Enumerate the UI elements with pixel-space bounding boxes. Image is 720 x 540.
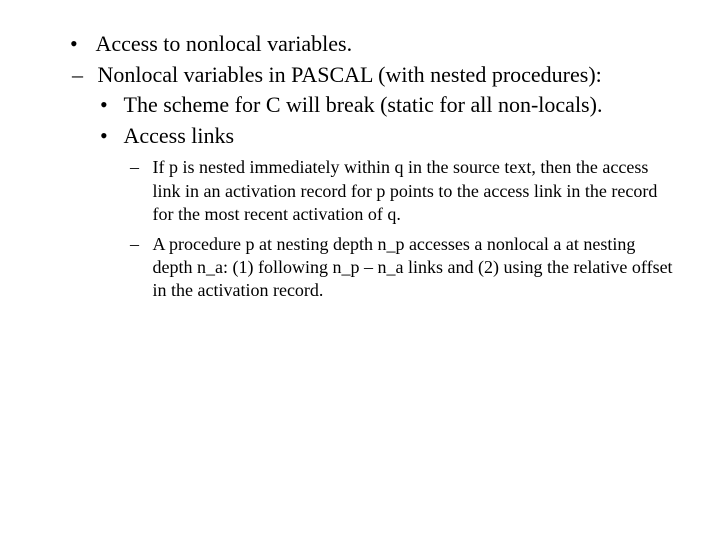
bullet-dot-icon: • <box>70 30 90 59</box>
bullet-dot-icon: • <box>100 122 118 151</box>
bullet-text: Nonlocal variables in PASCAL (with neste… <box>98 61 676 90</box>
bullet-level-4: – If p is nested immediately within q in… <box>130 156 680 226</box>
bullet-text: Access links <box>124 122 676 151</box>
bullet-text: If p is nested immediately within q in t… <box>153 156 675 226</box>
bullet-text: The scheme for C will break (static for … <box>124 91 676 120</box>
bullet-dot-icon: • <box>100 91 118 120</box>
bullet-dash-icon: – <box>130 233 148 256</box>
bullet-level-1: • Access to nonlocal variables. <box>70 30 680 59</box>
bullet-text: A procedure p at nesting depth n_p acces… <box>153 233 675 303</box>
bullet-text: Access to nonlocal variables. <box>96 30 676 59</box>
bullet-level-4: – A procedure p at nesting depth n_p acc… <box>130 233 680 303</box>
bullet-dash-icon: – <box>72 61 92 90</box>
bullet-dash-icon: – <box>130 156 148 179</box>
bullet-level-3: • The scheme for C will break (static fo… <box>100 91 680 120</box>
bullet-level-2: – Nonlocal variables in PASCAL (with nes… <box>72 61 680 90</box>
bullet-level-3: • Access links <box>100 122 680 151</box>
